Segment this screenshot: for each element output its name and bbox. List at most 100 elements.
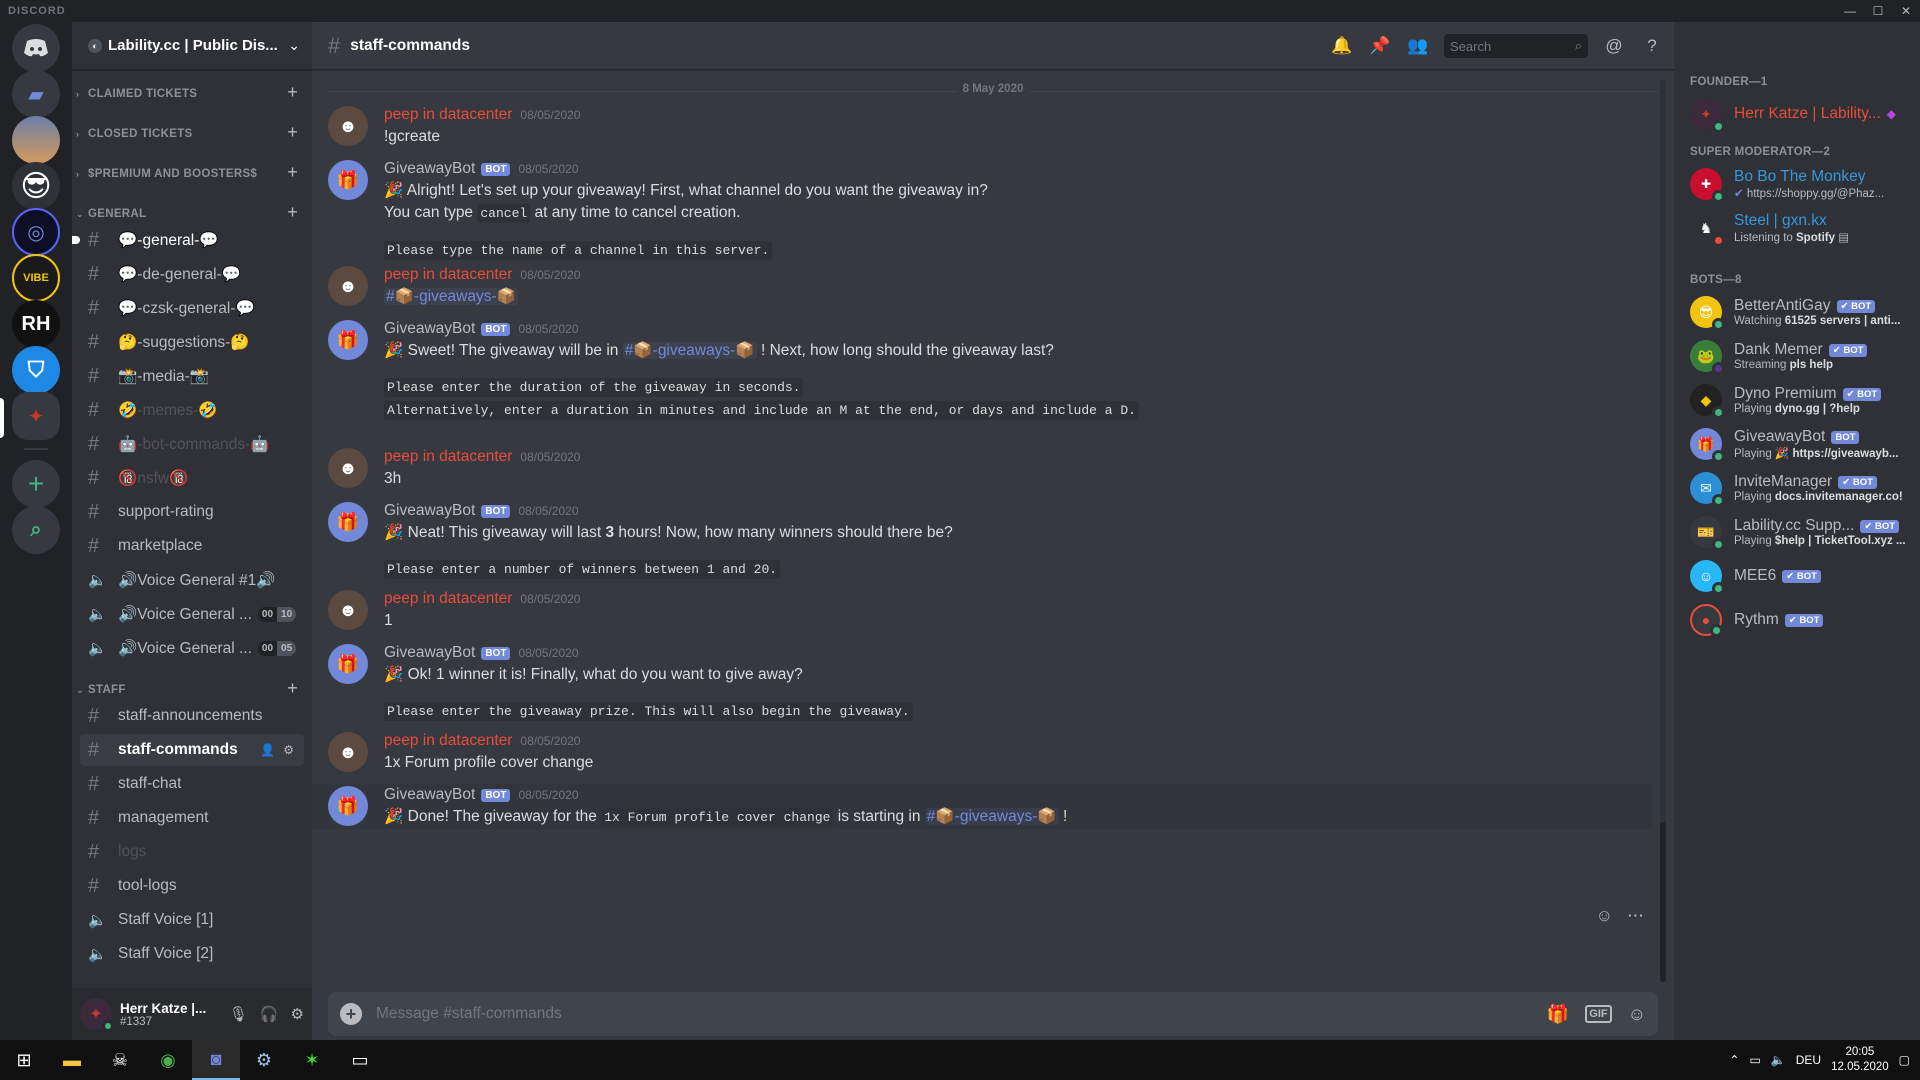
gear-icon[interactable]: ⚙ [283,743,294,757]
tray-expand-icon[interactable]: ⌃ [1729,1053,1739,1067]
chrome-icon[interactable]: ◉ [144,1040,192,1080]
author-name[interactable]: peep in datacenter [384,106,512,124]
channel-mention[interactable]: #📦-giveaways-📦 [622,342,757,359]
channel-staff-announcements[interactable]: # staff-announcements [80,700,304,732]
app-window-icon[interactable]: ▭ [336,1040,384,1080]
category-closed-tickets[interactable]: › CLOSED TICKETS + [72,122,312,144]
minimize-button[interactable]: — [1836,0,1864,22]
server-icon-shield[interactable]: ⛉ [12,346,60,394]
channel-mention[interactable]: #📦-giveaways-📦 [924,808,1059,825]
channel-mention[interactable]: #📦-giveaways-📦 [384,288,518,305]
network-icon[interactable]: ▭ [1749,1053,1760,1067]
channel-czsk-general[interactable]: # 💬-czsk-general-💬 [80,292,304,324]
windows-start-icon[interactable]: ⊞ [0,1040,48,1080]
voice-channel-general-1[interactable]: 🔈 🔊Voice General #1🔊 [80,564,304,596]
avatar[interactable]: 🎁 [328,786,368,826]
language-indicator[interactable]: DEU [1796,1053,1821,1067]
author-name[interactable]: GiveawayBot [384,786,475,804]
notifications-icon[interactable]: ▢ [1899,1053,1910,1067]
author-name[interactable]: peep in datacenter [384,448,512,466]
search-input[interactable]: Search ⌕ [1444,34,1588,58]
member-item[interactable]: ✦ Herr Katze | Lability... ◆ [1682,92,1914,136]
maximize-button[interactable]: ☐ [1864,0,1892,22]
member-item[interactable]: ♞ Steel | gxn.kx Listening to Spotify ▤ [1682,206,1914,250]
member-item[interactable]: 😎 BetterAntiGay ✔ BOT Watching 61525 serve… [1682,290,1914,334]
member-item[interactable]: ☺ MEE6 ✔ BOT [1682,554,1914,598]
create-channel-button[interactable]: + [287,202,298,223]
guild-header[interactable]: ◐ Lability.cc | Public Dis... ⌄ [72,22,312,70]
voice-channel-general-3[interactable]: 🔈 🔊Voice General ... 00 05 [80,632,304,664]
author-name[interactable]: peep in datacenter [384,732,512,750]
avatar[interactable]: ☻ [328,266,368,306]
channel-suggestions[interactable]: # 🤔-suggestions-🤔 [80,326,304,358]
scrollbar-thumb[interactable] [1660,822,1666,982]
avatar[interactable]: ✦ [80,998,114,1032]
microphone-icon[interactable]: 🎙 [229,1005,248,1023]
server-icon-vibe[interactable]: VIBE [12,254,60,302]
avatar[interactable]: ☻ [328,106,368,146]
pin-icon[interactable]: 📌 [1368,36,1392,56]
channel-memes[interactable]: # 🤣-memes-🤣 [80,394,304,426]
channel-staff-chat[interactable]: # staff-chat [80,768,304,800]
author-name[interactable]: GiveawayBot [384,160,475,178]
channel-media[interactable]: # 📸-media-📸 [80,360,304,392]
steam-icon[interactable]: ⚙ [240,1040,288,1080]
category-premium[interactable]: › $PREMIUM AND BOOSTERS$ + [72,162,312,184]
message-input[interactable]: Message #staff-commands [376,1005,1547,1023]
member-item[interactable]: ● Rythm ✔ BOT [1682,598,1914,642]
avatar[interactable]: 🎁 [328,320,368,360]
clock[interactable]: 20:05 12.05.2020 [1831,1045,1889,1075]
gear-icon[interactable]: ⚙ [291,1005,304,1023]
category-claimed-tickets[interactable]: › CLAIMED TICKETS + [72,82,312,104]
bell-icon[interactable]: 🔔 [1330,36,1354,56]
explore-servers-button[interactable]: ⌕ [12,506,60,554]
volume-icon[interactable]: 🔈 [1771,1053,1786,1067]
server-icon-lability[interactable]: ✦ [12,392,60,440]
member-item[interactable]: 🐸 Dank Memer ✔ BOT Streaming pls help [1682,334,1914,378]
voice-channel-staff-2[interactable]: 🔈 Staff Voice [2] [80,938,304,970]
author-name[interactable]: peep in datacenter [384,266,512,284]
gif-button[interactable]: GIF [1585,1005,1612,1023]
avatar[interactable]: ☻ [328,732,368,772]
member-item[interactable]: 🎫 Lability.cc Supp... ✔ BOT Playing $help … [1682,510,1914,554]
create-channel-button[interactable]: + [287,82,298,103]
channel-staff-commands[interactable]: # staff-commands 👤 ⚙ [80,734,304,766]
avatar[interactable]: ☻ [328,590,368,630]
create-channel-button[interactable]: + [287,678,298,699]
channel-tool-logs[interactable]: # tool-logs [80,870,304,902]
more-options-icon[interactable]: ⋯ [1627,906,1644,926]
server-icon-landscape[interactable] [12,116,60,164]
help-icon[interactable]: ? [1640,36,1664,56]
avatar[interactable]: 🎁 [328,160,368,200]
channel-bot-commands[interactable]: # 🤖-bot-commands-🤖 [80,428,304,460]
server-icon-rh[interactable]: RH [12,300,60,348]
category-general[interactable]: ⌄ GENERAL + [72,202,312,224]
gift-icon[interactable]: 🎁 [1547,1004,1569,1025]
author-name[interactable]: GiveawayBot [384,320,475,338]
avatar[interactable]: 🎁 [328,644,368,684]
mentions-icon[interactable]: @ [1602,36,1626,56]
category-staff[interactable]: ⌄ STAFF + [72,678,312,700]
invite-icon[interactable]: 👤 [260,743,275,757]
server-icon-emoji[interactable]: 😎 [12,162,60,210]
channel-logs[interactable]: # logs [80,836,304,868]
author-name[interactable]: peep in datacenter [384,590,512,608]
member-item[interactable]: ✉ InviteManager ✔ BOT Playing docs.invitem… [1682,466,1914,510]
create-channel-button[interactable]: + [287,162,298,183]
file-explorer-icon[interactable]: ▬ [48,1040,96,1080]
author-name[interactable]: GiveawayBot [384,644,475,662]
create-channel-button[interactable]: + [287,122,298,143]
headphones-icon[interactable]: 🎧 [260,1005,279,1023]
server-icon-orbital[interactable]: ◎ [12,208,60,256]
channel-de-general[interactable]: # 💬-de-general-💬 [80,258,304,290]
home-button[interactable] [12,24,60,72]
member-item[interactable]: ✚ Bo Bo The Monkey ✔ https://shoppy.gg/@P… [1682,162,1914,206]
razer-icon[interactable]: ✶ [288,1040,336,1080]
member-list-icon[interactable]: 👥 [1406,36,1430,56]
channel-support-rating[interactable]: # support-rating [80,496,304,528]
member-item[interactable]: ◆ Dyno Premium ✔ BOT Playing dyno.gg | ?he… [1682,378,1914,422]
close-button[interactable]: ✕ [1892,0,1920,22]
folder-button[interactable]: ▰ [12,70,60,118]
upload-button[interactable]: + [340,1003,362,1025]
add-server-button[interactable]: + [12,460,60,508]
